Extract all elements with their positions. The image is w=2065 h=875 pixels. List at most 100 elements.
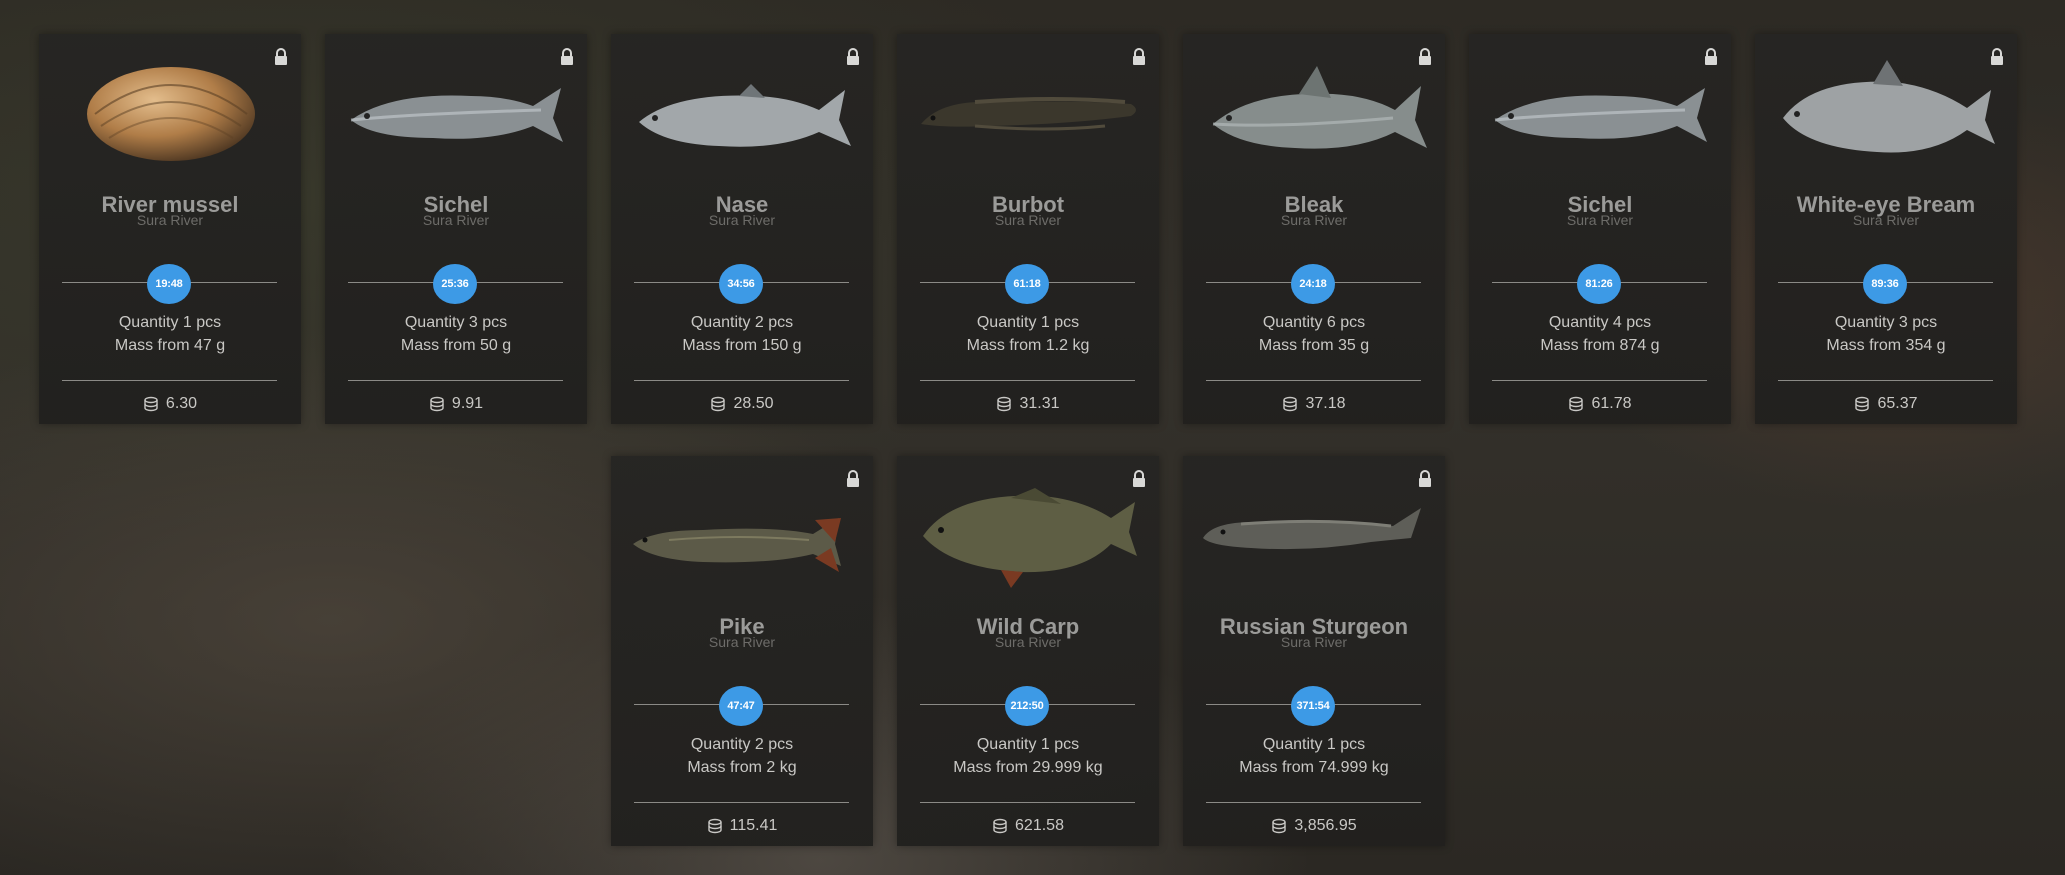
quest-card-russian-sturgeon[interactable]: Russian Sturgeon Sura River 371:54 Quant… <box>1183 456 1445 846</box>
reward: 115.41 <box>611 817 873 835</box>
timer-badge: 24:18 <box>1291 264 1335 304</box>
mass-text: Mass from 29.999 kg <box>953 759 1103 776</box>
quantity-text: Quantity 3 pcs <box>1834 314 1938 331</box>
quest-card-bleak[interactable]: Bleak Sura River 24:18 Quantity 6 pcs Ma… <box>1183 34 1445 424</box>
quantity-text: Quantity 1 pcs <box>1262 736 1366 753</box>
quantity-text: Quantity 2 pcs <box>690 736 794 753</box>
quest-card-sichel-2[interactable]: Sichel Sura River 81:26 Quantity 4 pcs M… <box>1469 34 1731 424</box>
fish-location: Sura River <box>1852 212 1920 228</box>
sichel-image <box>1494 88 1707 142</box>
quest-card-river-mussel[interactable]: River mussel Sura River 19:48 Quantity 1… <box>39 34 301 424</box>
wild-carp-image <box>923 488 1137 588</box>
fish-location: Sura River <box>422 212 490 228</box>
white-eye-bream-image <box>1783 60 1995 153</box>
fish-location: Sura River <box>994 634 1062 650</box>
coins-icon <box>997 396 1012 412</box>
coins-icon <box>707 818 722 834</box>
coins-icon <box>144 396 158 412</box>
reward-value: 61.78 <box>1591 395 1632 412</box>
mass-text: Mass from 74.999 kg <box>1239 759 1389 776</box>
coins-icon <box>993 818 1007 834</box>
reward-value: 31.31 <box>1019 395 1060 412</box>
nase-image <box>639 84 851 147</box>
price-divider <box>1778 380 1993 381</box>
reward: 61.78 <box>1469 395 1731 413</box>
fish-location: Sura River <box>1566 212 1634 228</box>
quest-card-wild-carp[interactable]: Wild Carp Sura River 212:50 Quantity 1 p… <box>897 456 1159 846</box>
russian-sturgeon-image <box>1203 508 1421 550</box>
quantity-text: Quantity 3 pcs <box>404 314 508 331</box>
bleak-image <box>1212 66 1427 149</box>
reward-value: 65.37 <box>1877 395 1918 412</box>
price-divider <box>62 380 277 381</box>
coins-icon <box>1569 396 1584 412</box>
fish-location: Sura River <box>1280 212 1348 228</box>
reward: 37.18 <box>1183 395 1445 413</box>
timer-badge: 81:26 <box>1577 264 1621 304</box>
reward: 28.50 <box>611 395 873 413</box>
fish-location: Sura River <box>1280 634 1348 650</box>
sichel-image <box>350 88 563 142</box>
price-divider <box>634 380 849 381</box>
quantity-text: Quantity 1 pcs <box>976 314 1080 331</box>
burbot-image <box>921 97 1136 131</box>
price-divider <box>1206 380 1421 381</box>
reward: 621.58 <box>897 817 1159 835</box>
quest-card-white-eye-bream[interactable]: White-eye Bream Sura River 89:36 Quantit… <box>1755 34 2017 424</box>
quest-card-sichel[interactable]: Sichel Sura River 25:36 Quantity 3 pcs M… <box>325 34 587 424</box>
coins-icon <box>711 396 726 412</box>
reward-value: 621.58 <box>1015 817 1064 834</box>
mass-text: Mass from 47 g <box>114 337 226 354</box>
mass-text: Mass from 50 g <box>400 337 512 354</box>
coins-icon <box>1283 396 1298 412</box>
quantity-text: Quantity 4 pcs <box>1548 314 1652 331</box>
price-divider <box>1492 380 1707 381</box>
mass-text: Mass from 35 g <box>1258 337 1370 354</box>
coins-icon <box>430 396 444 412</box>
price-divider <box>348 380 563 381</box>
reward-value: 6.30 <box>165 395 198 412</box>
mass-text: Mass from 150 g <box>682 337 802 354</box>
reward-value: 37.18 <box>1305 395 1346 412</box>
price-divider <box>920 802 1135 803</box>
pike-image <box>633 518 841 572</box>
price-divider <box>920 380 1135 381</box>
timer-badge: 89:36 <box>1863 264 1907 304</box>
reward: 9.91 <box>325 395 587 413</box>
quest-card-nase[interactable]: Nase Sura River 34:56 Quantity 2 pcs Mas… <box>611 34 873 424</box>
reward: 3,856.95 <box>1183 817 1445 835</box>
quantity-text: Quantity 2 pcs <box>690 314 794 331</box>
timer-badge: 61:18 <box>1005 264 1049 304</box>
mass-text: Mass from 2 kg <box>687 759 797 776</box>
river-mussel-image <box>87 67 255 161</box>
quantity-text: Quantity 1 pcs <box>118 314 222 331</box>
reward-value: 28.50 <box>733 395 774 412</box>
reward: 31.31 <box>897 395 1159 413</box>
mass-text: Mass from 1.2 kg <box>966 337 1090 354</box>
mass-text: Mass from 874 g <box>1540 337 1660 354</box>
fish-location: Sura River <box>994 212 1062 228</box>
fish-location: Sura River <box>136 212 204 228</box>
reward: 65.37 <box>1755 395 2017 413</box>
timer-badge: 212:50 <box>1005 686 1049 726</box>
reward-value: 115.41 <box>729 817 778 834</box>
timer-badge: 34:56 <box>719 264 763 304</box>
quantity-text: Quantity 1 pcs <box>976 736 1080 753</box>
quantity-text: Quantity 6 pcs <box>1262 314 1366 331</box>
reward-value: 3,856.95 <box>1294 817 1357 834</box>
price-divider <box>634 802 849 803</box>
reward-value: 9.91 <box>451 395 484 412</box>
coins-icon <box>1272 818 1287 834</box>
quest-card-pike[interactable]: Pike Sura River 47:47 Quantity 2 pcs Mas… <box>611 456 873 846</box>
fish-location: Sura River <box>708 212 776 228</box>
timer-badge: 19:48 <box>147 264 191 304</box>
mass-text: Mass from 354 g <box>1826 337 1946 354</box>
quest-card-burbot[interactable]: Burbot Sura River 61:18 Quantity 1 pcs M… <box>897 34 1159 424</box>
reward: 6.30 <box>39 395 301 413</box>
timer-badge: 47:47 <box>719 686 763 726</box>
timer-badge: 371:54 <box>1291 686 1335 726</box>
timer-badge: 25:36 <box>433 264 477 304</box>
price-divider <box>1206 802 1421 803</box>
fish-location: Sura River <box>708 634 776 650</box>
coins-icon <box>1855 396 1870 412</box>
